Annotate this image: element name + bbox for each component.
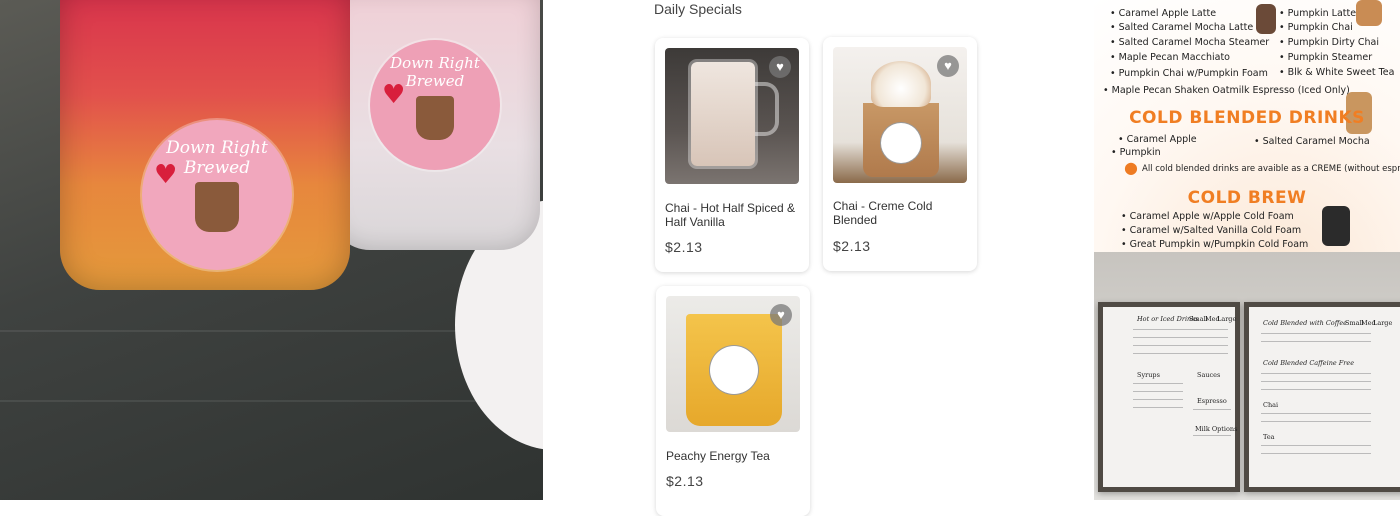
glass-mug [691,62,755,166]
menu-item: Caramel Apple Latte [1110,8,1216,20]
menu-item: Maple Pecan Macchiato [1110,52,1230,64]
menu-line [1261,381,1371,382]
menu-line [1133,407,1183,408]
product-name[interactable]: Peachy Energy Tea [666,449,802,463]
heart-icon: ♥ [154,160,178,190]
menu-item: Salted Caramel Mocha Latte [1110,22,1254,34]
menu-item: Caramel w/Salted Vanilla Cold Foam [1121,225,1302,237]
heart-icon: ♥ [382,80,406,110]
board-section: Chai [1263,401,1279,409]
drinks-photo: Down Right Brewed ♥ Down Right Brewed ♥ [0,0,543,500]
menu-item: Blk & White Sweet Tea [1279,67,1395,79]
menu-line [1261,453,1371,454]
board-section: Tea [1263,433,1275,441]
menu-line [1193,409,1231,410]
whipped-cream [871,61,931,107]
menu-line [1193,435,1231,436]
brand-sticker: Down Right Brewed ♥ [142,120,292,270]
product-name[interactable]: Chai - Creme Cold Blended [833,199,969,227]
menu-line [1133,391,1183,392]
menu-board-photo: Hot or Iced Drinks Small Med Large Syrup… [1094,252,1400,500]
product-price: $2.13 [665,239,703,255]
mug-handle [755,82,779,136]
product-price: $2.13 [833,238,871,254]
menu-board-right: Cold Blended with Coffee Small Med Large… [1244,302,1400,492]
mug-icon [416,96,454,140]
product-image[interactable]: ♥ [666,296,800,432]
menu-line [1261,421,1371,422]
product-image[interactable]: ♥ [833,47,967,183]
table-grain [0,400,543,402]
menu-heading: COLD BREW [1187,188,1307,208]
menu-note: All cold blended drinks are avaible as a… [1142,164,1400,174]
product-card[interactable]: ♥ Chai - Creme Cold Blended $2.13 [823,37,977,271]
menu-item: Great Pumpkin w/Pumpkin Cold Foam [1121,239,1309,251]
menu-item: Caramel Apple w/Apple Cold Foam [1121,211,1294,223]
menu-line [1133,329,1228,330]
menu-line [1261,413,1371,414]
menu-line [1261,341,1371,342]
product-name[interactable]: Chai - Hot Half Spiced & Half Vanilla [665,201,801,229]
menu-heading: COLD BLENDED DRINKS [1129,108,1365,128]
mug-icon [195,182,239,232]
size-header: Large [1373,319,1393,327]
menu-item: Maple Pecan Shaken Oatmilk Espresso (Ice… [1103,85,1350,97]
product-image[interactable]: ♥ [665,48,799,184]
menu-item: Pumpkin Dirty Chai [1279,37,1379,49]
menu-line [1261,333,1371,334]
daily-specials-panel: Daily Specials ♥ Chai - Hot Half Spiced … [543,0,1094,516]
board-section: Milk Options [1195,425,1238,433]
menu-item: Salted Caramel Mocha [1254,136,1370,148]
heart-icon[interactable]: ♥ [770,304,792,326]
menu-line [1261,389,1371,390]
board-section: Syrups [1137,371,1160,379]
menu-item: Pumpkin Chai w/Pumpkin Foam [1110,68,1268,80]
heart-icon[interactable]: ♥ [769,56,791,78]
brand-logo [710,346,758,394]
menu-item: Pumpkin Steamer [1279,52,1372,64]
product-card[interactable]: ♥ Peachy Energy Tea $2.13 [656,286,810,516]
menu-line [1133,383,1183,384]
menu-line [1133,353,1228,354]
menu-line [1261,445,1371,446]
product-price: $2.13 [666,473,704,489]
menu-line [1261,373,1371,374]
drink-thumbnail [1322,206,1350,246]
size-header: Large [1217,315,1237,323]
board-section: Espresso [1197,397,1227,405]
menu-board-left: Hot or Iced Drinks Small Med Large Syrup… [1098,302,1240,492]
menu-item: Pumpkin Latte [1279,8,1356,20]
board-section: Cold Blended Caffeine Free [1263,359,1355,367]
menu-line [1133,345,1228,346]
board-section: Sauces [1197,371,1221,379]
brand-sticker: Down Right Brewed ♥ [370,40,500,170]
fall-menu-image: Caramel Apple Latte Salted Caramel Mocha… [1094,0,1400,252]
menu-line [1133,337,1228,338]
pumpkin-icon: ● [1124,158,1138,177]
section-title: Daily Specials [654,1,742,17]
brand-logo [881,123,921,163]
menu-item: Salted Caramel Mocha Steamer [1110,37,1270,49]
menu-item: Pumpkin Chai [1279,22,1353,34]
board-title: Cold Blended with Coffee [1263,319,1348,327]
menu-item: Caramel Apple [1118,134,1197,146]
heart-icon[interactable]: ♥ [937,55,959,77]
menu-line [1133,399,1183,400]
drink-thumbnail [1256,4,1276,34]
drink-thumbnail [1356,0,1382,26]
product-card[interactable]: ♥ Chai - Hot Half Spiced & Half Vanilla … [655,38,809,272]
